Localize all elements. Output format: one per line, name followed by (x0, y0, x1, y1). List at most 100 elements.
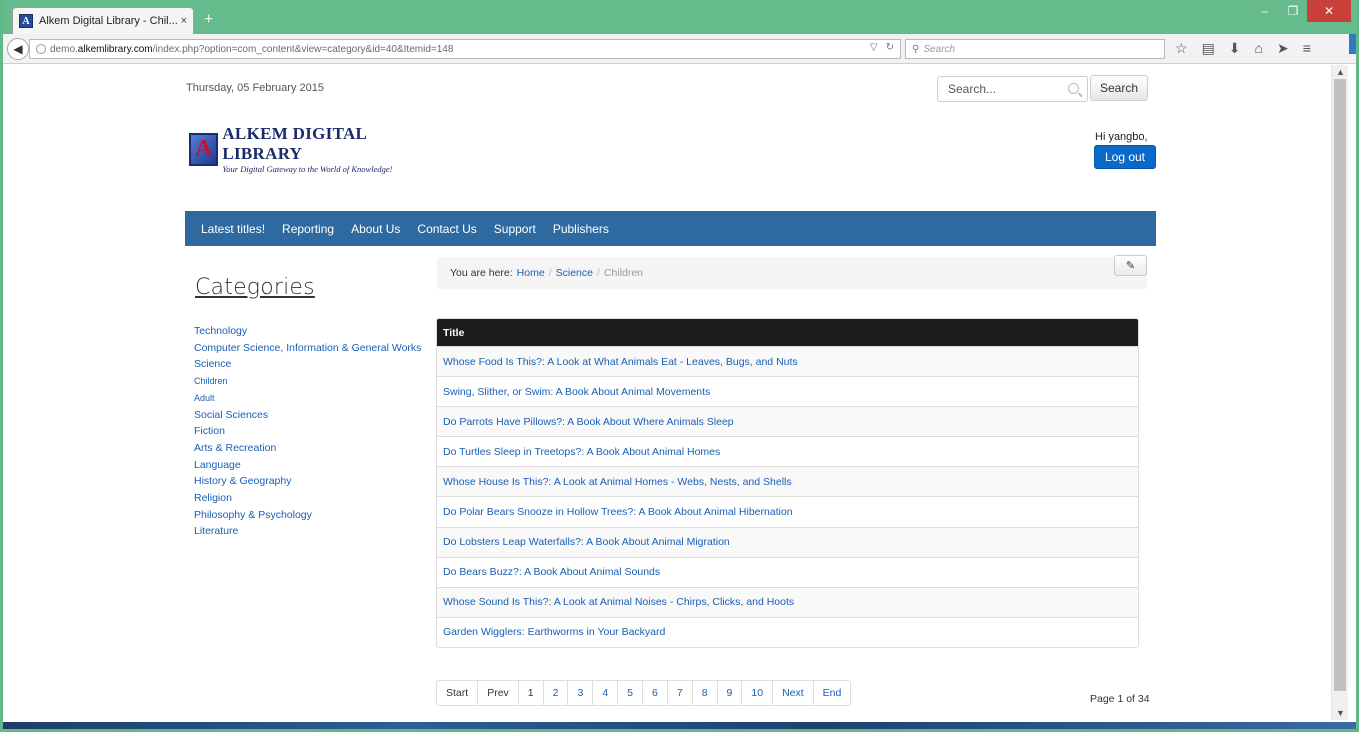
logo-text: ALKEM DIGITAL LIBRARY Your Digital Gatew… (222, 124, 422, 174)
category-item[interactable]: Philosophy & Psychology (194, 507, 421, 524)
pagination-item[interactable]: Prev (477, 681, 518, 705)
browser-tab[interactable]: A Alkem Digital Library - Chil... × (12, 7, 194, 34)
window-controls: – ❐ ✕ (1251, 0, 1351, 22)
restore-icon[interactable]: ❐ (1279, 0, 1307, 22)
url-host: alkemlibrary.com (77, 43, 153, 55)
browser-toolbar: ◀ demo. alkemlibrary.com/index.php?option… (3, 34, 1356, 64)
category-item[interactable]: Computer Science, Information & General … (194, 340, 421, 357)
category-item[interactable]: Fiction (194, 423, 421, 440)
breadcrumb-separator: / (596, 267, 600, 279)
category-item[interactable]: Adult (194, 390, 421, 407)
reload-icon[interactable]: ↻ (886, 42, 894, 53)
table-row[interactable]: Do Lobsters Leap Waterfalls?: A Book Abo… (437, 526, 1138, 557)
pagination-item[interactable]: Start (437, 681, 478, 705)
browser-titlebar: A Alkem Digital Library - Chil... × + – … (0, 0, 1359, 34)
pagination-item[interactable]: 10 (741, 681, 773, 705)
toolbar-icons: ☆ ▤ ⬇ ⌂ ➤ ≡ (1175, 40, 1311, 57)
pagination-item[interactable]: 4 (592, 681, 618, 705)
nav-contact-us[interactable]: Contact Us (417, 222, 476, 236)
pagination-item[interactable]: 3 (567, 681, 593, 705)
table-row[interactable]: Do Turtles Sleep in Treetops?: A Book Ab… (437, 436, 1138, 467)
category-list: Technology Computer Science, Information … (194, 323, 421, 540)
browser-search-input[interactable]: ⚲ Search (905, 39, 1165, 59)
web-page: Thursday, 05 February 2015 Search... Sea… (3, 65, 1331, 720)
site-search-placeholder: Search... (948, 82, 997, 96)
star-icon[interactable]: ☆ (1175, 40, 1188, 57)
edit-button[interactable]: ✎ (1114, 255, 1147, 276)
tab-title: Alkem Digital Library - Chil... (39, 15, 177, 27)
breadcrumb-current: Children (603, 267, 643, 279)
breadcrumb-science[interactable]: Science (556, 267, 593, 279)
logout-button[interactable]: Log out (1094, 145, 1156, 169)
pagination-item[interactable]: 8 (691, 681, 717, 705)
close-icon[interactable]: ✕ (1307, 0, 1351, 22)
new-tab-icon[interactable]: + (204, 11, 213, 29)
table-row[interactable]: Whose House Is This?: A Look at Animal H… (437, 466, 1138, 497)
category-item[interactable]: Literature (194, 523, 421, 540)
current-date: Thursday, 05 February 2015 (186, 82, 324, 94)
table-row[interactable]: Do Bears Buzz?: A Book About Animal Soun… (437, 556, 1138, 587)
minimize-icon[interactable]: – (1251, 0, 1279, 22)
tab-close-icon[interactable]: × (181, 15, 187, 27)
table-row[interactable]: Whose Food Is This?: A Look at What Anim… (437, 346, 1138, 377)
url-tools: ▽ ↻ (870, 42, 894, 53)
pagination-item[interactable]: 2 (542, 681, 568, 705)
send-icon[interactable]: ➤ (1277, 40, 1289, 57)
side-accent (1349, 34, 1356, 54)
category-item[interactable]: Social Sciences (194, 407, 421, 424)
back-icon[interactable]: ◀ (7, 38, 29, 60)
user-greeting: Hi yangbo, (1095, 131, 1148, 143)
pagination-item[interactable]: End (812, 681, 851, 705)
category-item[interactable]: Arts & Recreation (194, 440, 421, 457)
dropdown-icon[interactable]: ▽ (870, 42, 878, 53)
pagination-item[interactable]: 5 (617, 681, 642, 705)
pagination-item[interactable]: Next (772, 681, 813, 705)
results-header: Title (437, 319, 1138, 346)
scroll-up-icon[interactable]: ▲ (1336, 67, 1345, 77)
nav-publishers[interactable]: Publishers (553, 222, 609, 236)
table-row[interactable]: Do Parrots Have Pillows?: A Book About W… (437, 406, 1138, 437)
nav-support[interactable]: Support (494, 222, 536, 236)
url-bar[interactable]: demo. alkemlibrary.com/index.php?option=c… (29, 39, 901, 59)
table-row[interactable]: Garden Wigglers: Earthworms in Your Back… (437, 616, 1138, 647)
edit-icon: ✎ (1125, 260, 1136, 272)
category-item[interactable]: Science (194, 356, 421, 373)
category-item[interactable]: Language (194, 457, 421, 474)
reading-list-icon[interactable]: ▤ (1202, 40, 1215, 57)
browser-search-placeholder: Search (923, 43, 956, 55)
menu-icon[interactable]: ≡ (1303, 40, 1311, 57)
category-item[interactable]: Technology (194, 323, 421, 340)
nav-about-us[interactable]: About Us (351, 222, 400, 236)
pagination-item[interactable]: 1 (517, 681, 543, 705)
breadcrumb-prefix: You are here: (450, 267, 513, 279)
os-taskbar (0, 722, 1359, 732)
table-row[interactable]: Do Polar Bears Snooze in Hollow Trees?: … (437, 496, 1138, 527)
url-path: /index.php?option=com_content&view=categ… (152, 43, 454, 55)
category-item[interactable]: History & Geography (194, 473, 421, 490)
breadcrumb-separator: / (548, 267, 552, 279)
breadcrumb-home[interactable]: Home (517, 267, 545, 279)
results-table: Title Whose Food Is This?: A Look at Wha… (436, 318, 1139, 648)
nav-latest-titles[interactable]: Latest titles! (201, 222, 265, 236)
site-search-input[interactable]: Search... (937, 76, 1088, 102)
scroll-thumb[interactable] (1334, 79, 1346, 691)
home-icon[interactable]: ⌂ (1255, 40, 1263, 57)
pagination-item[interactable]: 6 (642, 681, 667, 705)
globe-icon (36, 44, 46, 54)
table-row[interactable]: Whose Sound Is This?: A Look at Animal N… (437, 586, 1138, 617)
logo-title: ALKEM DIGITAL LIBRARY (222, 124, 367, 163)
scroll-down-icon[interactable]: ▼ (1336, 708, 1345, 718)
nav-reporting[interactable]: Reporting (282, 222, 334, 236)
categories-title: Categories (195, 275, 315, 300)
site-logo[interactable]: A ALKEM DIGITAL LIBRARY Your Digital Gat… (185, 124, 422, 174)
pagination: Start Prev 1 2 3 4 5 6 7 8 9 10 Next End (436, 680, 852, 706)
category-item[interactable]: Children (194, 373, 421, 390)
search-button[interactable]: Search (1090, 75, 1148, 101)
download-icon[interactable]: ⬇ (1229, 40, 1241, 57)
pagination-item[interactable]: 7 (666, 681, 692, 705)
logo-mark-icon: A (189, 132, 219, 166)
vertical-scrollbar[interactable]: ▲ ▼ (1331, 65, 1348, 720)
table-row[interactable]: Swing, Slither, or Swim: A Book About An… (437, 376, 1138, 407)
category-item[interactable]: Religion (194, 490, 421, 507)
pagination-item[interactable]: 9 (716, 681, 742, 705)
